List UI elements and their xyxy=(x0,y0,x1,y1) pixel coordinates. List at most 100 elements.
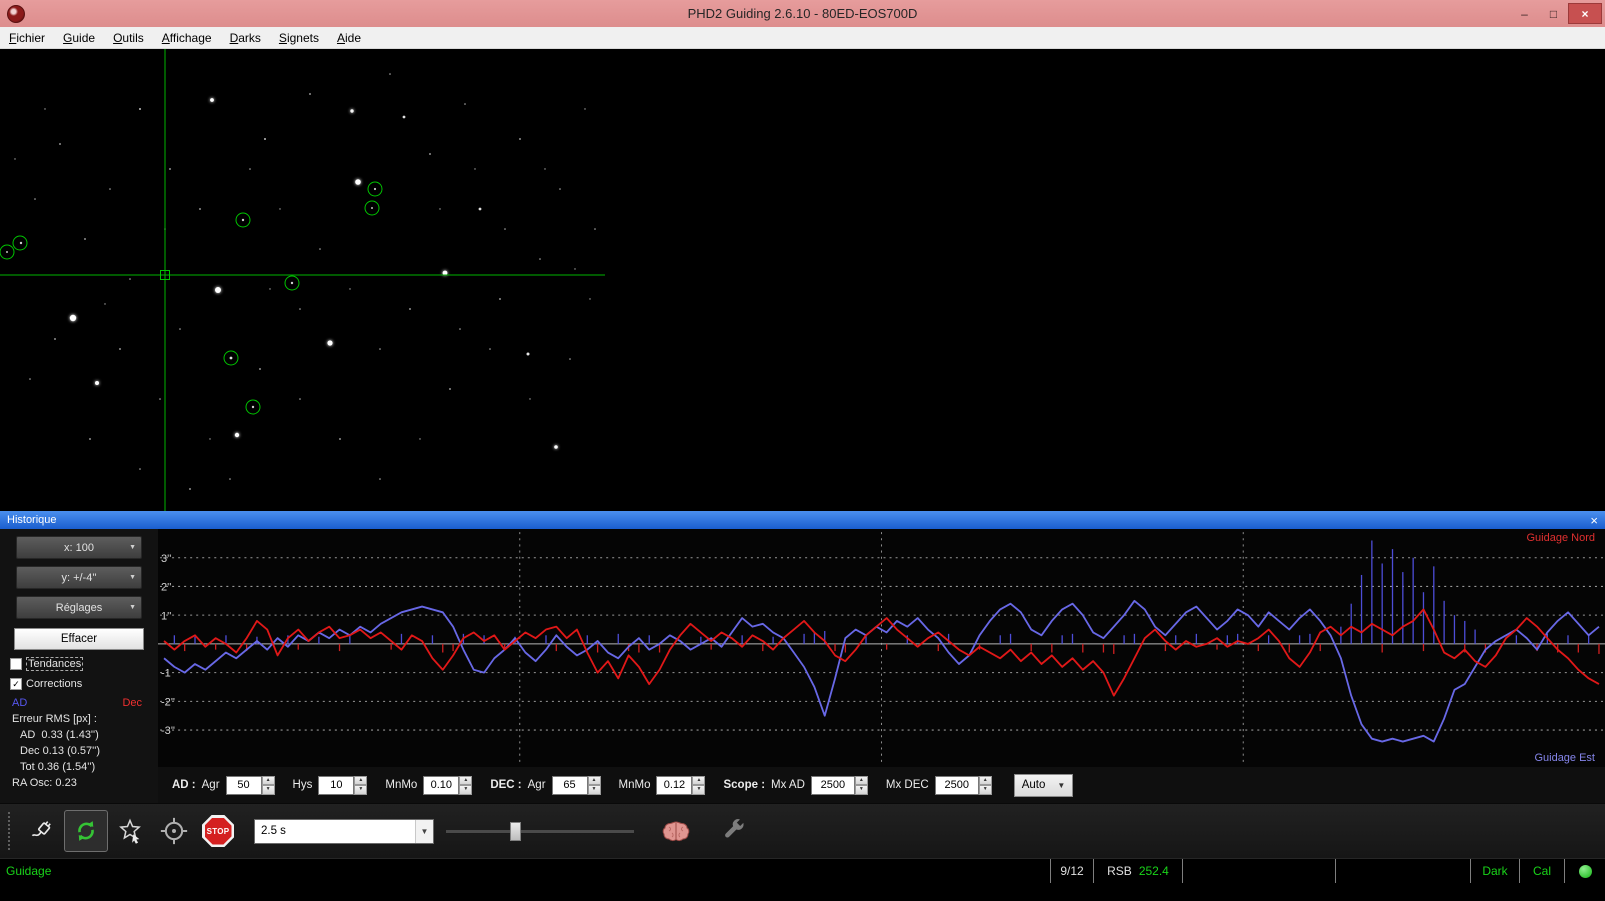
dec-aggression-label: Agr xyxy=(527,779,546,791)
menubar: Fichier Guide Outils Affichage Darks Sig… xyxy=(0,27,1605,49)
spin-up-icon[interactable]: ▲ xyxy=(354,775,368,785)
settings-label: Réglages xyxy=(55,601,103,614)
screen-stretch-slider[interactable] xyxy=(446,819,634,843)
history-panel-body: x: 100 ▼ y: +/-4'' ▼ Réglages ▼ Effacer … xyxy=(0,529,1605,803)
trend-checkbox[interactable]: Tendances xyxy=(10,657,158,671)
guide-camera-image[interactable] xyxy=(0,49,605,511)
chevron-down-icon: ▼ xyxy=(415,819,433,843)
svg-text:2'': 2'' xyxy=(161,581,171,593)
advanced-settings-button[interactable] xyxy=(654,810,698,852)
spin-down-icon[interactable]: ▼ xyxy=(261,785,275,795)
status-cal-indicator: Cal xyxy=(1519,859,1564,883)
ra-minmove-input[interactable] xyxy=(423,775,460,795)
history-graph-area: 3'' 2'' 1'' -1 -2'' -3'' Guidage Nord Guidage… xyxy=(158,529,1605,803)
svg-text:1'': 1'' xyxy=(161,610,171,622)
dec-aggression-input[interactable] xyxy=(551,775,588,795)
ra-minmove-label: MnMo xyxy=(385,779,418,791)
spin-down-icon[interactable]: ▼ xyxy=(354,785,368,795)
spinner-arrows[interactable]: ▲ ▼ xyxy=(354,775,368,795)
clear-button[interactable]: Effacer xyxy=(14,628,144,650)
hysteresis-input[interactable] xyxy=(318,775,355,795)
checkbox-unchecked-icon[interactable] xyxy=(10,658,22,670)
minimize-button[interactable]: – xyxy=(1510,4,1539,23)
stop-button[interactable]: STOP xyxy=(196,810,240,852)
menu-aide[interactable]: Aide xyxy=(328,29,370,47)
hysteresis-spinner[interactable]: ▲▼ xyxy=(318,775,368,795)
guide-north-indicator: Guidage Nord xyxy=(1526,532,1596,544)
spin-up-icon[interactable]: ▲ xyxy=(978,775,992,785)
chevron-down-icon: ▼ xyxy=(129,604,136,611)
window-title: PHD2 Guiding 2.6.10 - 80ED-EOS700D xyxy=(687,6,918,21)
ra-aggression-spinner[interactable]: ▲▼ xyxy=(225,775,275,795)
stop-sign-text: STOP xyxy=(204,817,232,845)
spin-up-icon[interactable]: ▲ xyxy=(261,775,275,785)
history-panel-close-icon[interactable]: × xyxy=(1590,514,1598,527)
loop-exposures-button[interactable] xyxy=(64,810,108,852)
spin-down-icon[interactable]: ▼ xyxy=(854,785,868,795)
menu-outils[interactable]: Outils xyxy=(104,29,153,47)
phd2-window: PHD2 Guiding 2.6.10 - 80ED-EOS700D – □ ×… xyxy=(0,0,1605,901)
exposure-duration-dropdown[interactable]: 2.5 s ▼ xyxy=(254,818,434,844)
camera-settings-button[interactable] xyxy=(712,810,756,852)
slider-track[interactable] xyxy=(446,830,634,834)
spinner-arrows[interactable]: ▲ ▼ xyxy=(261,775,275,795)
dec-guide-mode-dropdown[interactable]: Auto ▼ xyxy=(1013,773,1074,797)
phd2-app-icon xyxy=(7,4,25,23)
menu-fichier[interactable]: Fichier xyxy=(0,29,54,47)
max-ra-spinner[interactable]: ▲▼ xyxy=(810,775,868,795)
dec-minmove-input[interactable] xyxy=(656,775,693,795)
max-dec-input[interactable] xyxy=(934,775,979,795)
svg-text:-1: -1 xyxy=(161,668,171,680)
connect-equipment-button[interactable] xyxy=(20,810,64,852)
menu-guide[interactable]: Guide xyxy=(54,29,104,47)
menu-darks[interactable]: Darks xyxy=(221,29,270,47)
max-dec-spinner[interactable]: ▲▼ xyxy=(934,775,992,795)
status-empty-cell xyxy=(1335,859,1470,883)
x-scale-dropdown[interactable]: x: 100 ▼ xyxy=(16,536,142,559)
menu-affichage[interactable]: Affichage xyxy=(153,29,221,47)
history-panel-titlebar[interactable]: Historique × xyxy=(0,511,1605,529)
rms-total: Tot 0.36 (1.54'') xyxy=(20,761,96,773)
spin-down-icon[interactable]: ▼ xyxy=(587,785,601,795)
close-button[interactable]: × xyxy=(1568,3,1602,24)
begin-guiding-button[interactable] xyxy=(152,810,196,852)
dec-aggression-spinner[interactable]: ▲▼ xyxy=(551,775,601,795)
spinner-arrows[interactable]: ▲ ▼ xyxy=(692,775,706,795)
spin-up-icon[interactable]: ▲ xyxy=(854,775,868,785)
max-ra-label: Mx AD xyxy=(771,779,805,791)
ra-osc: RA Osc: 0.23 xyxy=(12,777,77,789)
spin-up-icon[interactable]: ▲ xyxy=(587,775,601,785)
y-scale-value: y: +/-4'' xyxy=(61,571,97,584)
spin-down-icon[interactable]: ▼ xyxy=(459,785,473,795)
spinner-arrows[interactable]: ▲ ▼ xyxy=(459,775,473,795)
loop-arrows-icon xyxy=(78,821,94,841)
window-controls: – □ × xyxy=(1510,0,1605,27)
y-scale-dropdown[interactable]: y: +/-4'' ▼ xyxy=(16,566,142,589)
auto-select-star-button[interactable] xyxy=(108,810,152,852)
spin-up-icon[interactable]: ▲ xyxy=(459,775,473,785)
ra-aggression-input[interactable] xyxy=(225,775,262,795)
spinner-arrows[interactable]: ▲ ▼ xyxy=(978,775,992,795)
green-status-dot-icon xyxy=(1578,864,1592,878)
menu-signets[interactable]: Signets xyxy=(270,29,328,47)
chevron-down-icon: ▼ xyxy=(129,544,136,551)
ra-aggression-label: Agr xyxy=(201,779,220,791)
toolbar-gripper[interactable] xyxy=(8,812,14,850)
dec-minmove-spinner[interactable]: ▲▼ xyxy=(656,775,706,795)
checkbox-checked-icon[interactable]: ✓ xyxy=(10,678,22,690)
stop-sign-icon: STOP xyxy=(202,815,234,847)
restore-button[interactable]: □ xyxy=(1539,4,1568,23)
corrections-checkbox[interactable]: ✓ Corrections xyxy=(10,678,158,690)
dec-minmove-label: MnMo xyxy=(618,779,651,791)
max-ra-input[interactable] xyxy=(810,775,855,795)
settings-dropdown[interactable]: Réglages ▼ xyxy=(16,596,142,619)
ra-minmove-spinner[interactable]: ▲▼ xyxy=(423,775,473,795)
star-select-icon xyxy=(119,818,141,844)
spinner-arrows[interactable]: ▲ ▼ xyxy=(854,775,868,795)
spin-up-icon[interactable]: ▲ xyxy=(692,775,706,785)
max-dec-label: Mx DEC xyxy=(885,779,929,791)
slider-thumb[interactable] xyxy=(509,822,521,841)
spin-down-icon[interactable]: ▼ xyxy=(692,785,706,795)
spin-down-icon[interactable]: ▼ xyxy=(978,785,992,795)
spinner-arrows[interactable]: ▲ ▼ xyxy=(587,775,601,795)
